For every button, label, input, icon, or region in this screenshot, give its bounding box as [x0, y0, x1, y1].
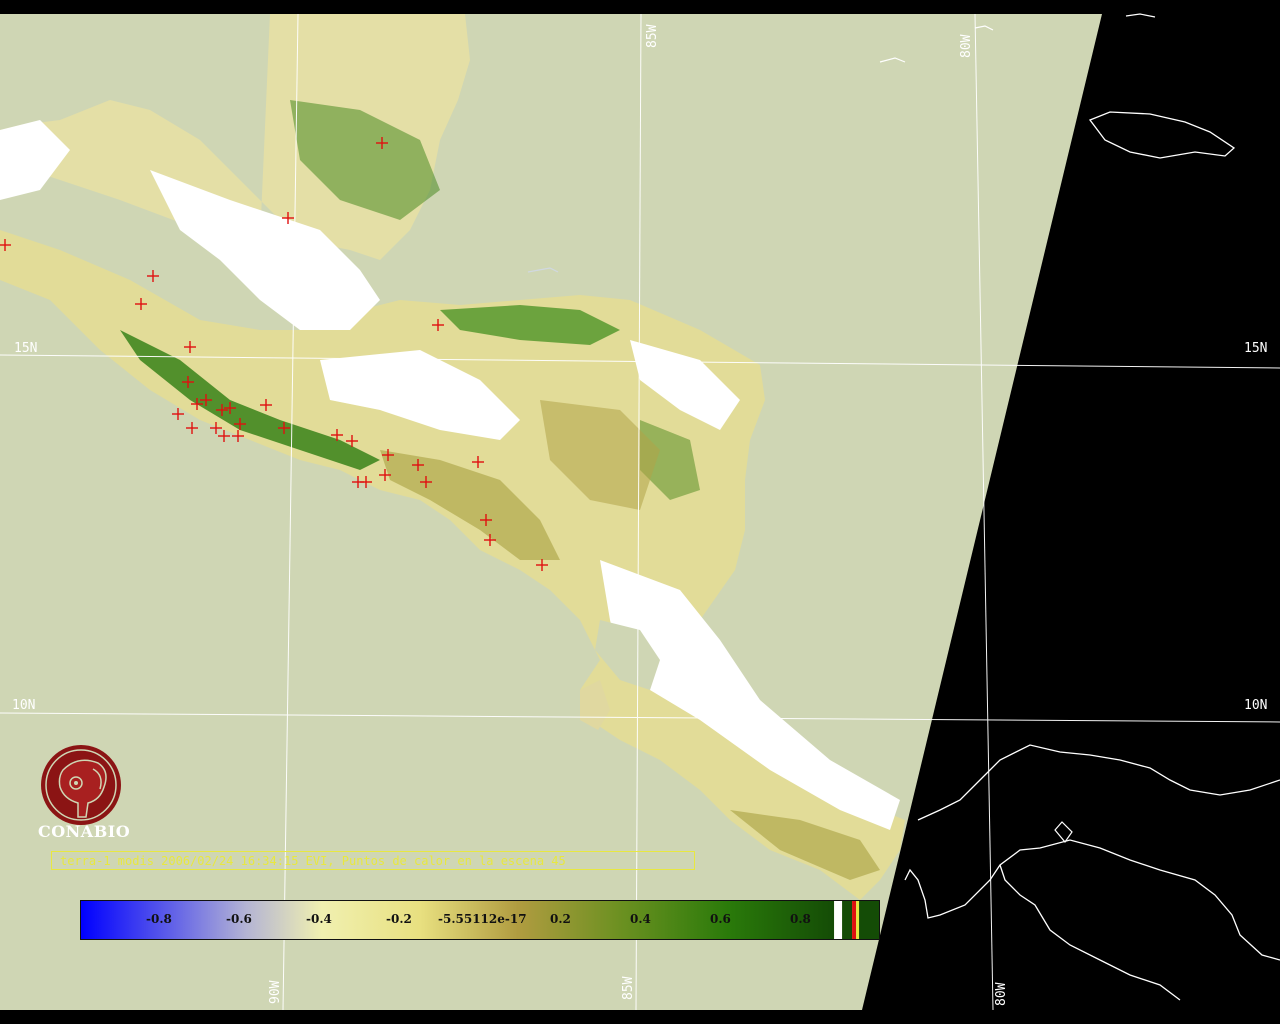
- colorbar-tick-label: 0.6: [710, 912, 731, 926]
- lon-label-bottom-85w: 85W: [621, 976, 636, 1000]
- colorbar-tick-label: -0.4: [306, 912, 332, 926]
- lon-label-top-80w: 80W: [959, 34, 974, 58]
- lat-label-right-15n: 15N: [1244, 341, 1268, 356]
- lat-label-left-10n: 10N: [12, 698, 36, 713]
- colorbar-tick-label: -0.2: [386, 912, 412, 926]
- colorbar-hotspot-swatch: [852, 901, 857, 939]
- lon-label-bottom-90w: 90W: [268, 980, 283, 1004]
- scene-caption: terra-1 modis 2006/02/24 16:34:15 EVI, P…: [51, 851, 695, 870]
- colorbar-tick-label: -5.55112e-17: [438, 912, 527, 926]
- colorbar-tick-label: -0.8: [146, 912, 172, 926]
- lon-label-bottom-80w: 80W: [994, 982, 1009, 1006]
- colorbar-tick-label: 0.8: [790, 912, 811, 926]
- lat-label-left-15n: 15N: [14, 341, 38, 356]
- colorbar-tick-label: -0.6: [226, 912, 252, 926]
- colorbar-tick-label: 0.4: [630, 912, 651, 926]
- lat-label-right-10n: 10N: [1244, 698, 1268, 713]
- colorbar-cloud-swatch: [834, 901, 843, 939]
- colorbar-tick-label: 0.2: [550, 912, 571, 926]
- lon-label-top-85w: 85W: [645, 24, 660, 48]
- conabio-logo-text: CONABIO: [38, 822, 131, 841]
